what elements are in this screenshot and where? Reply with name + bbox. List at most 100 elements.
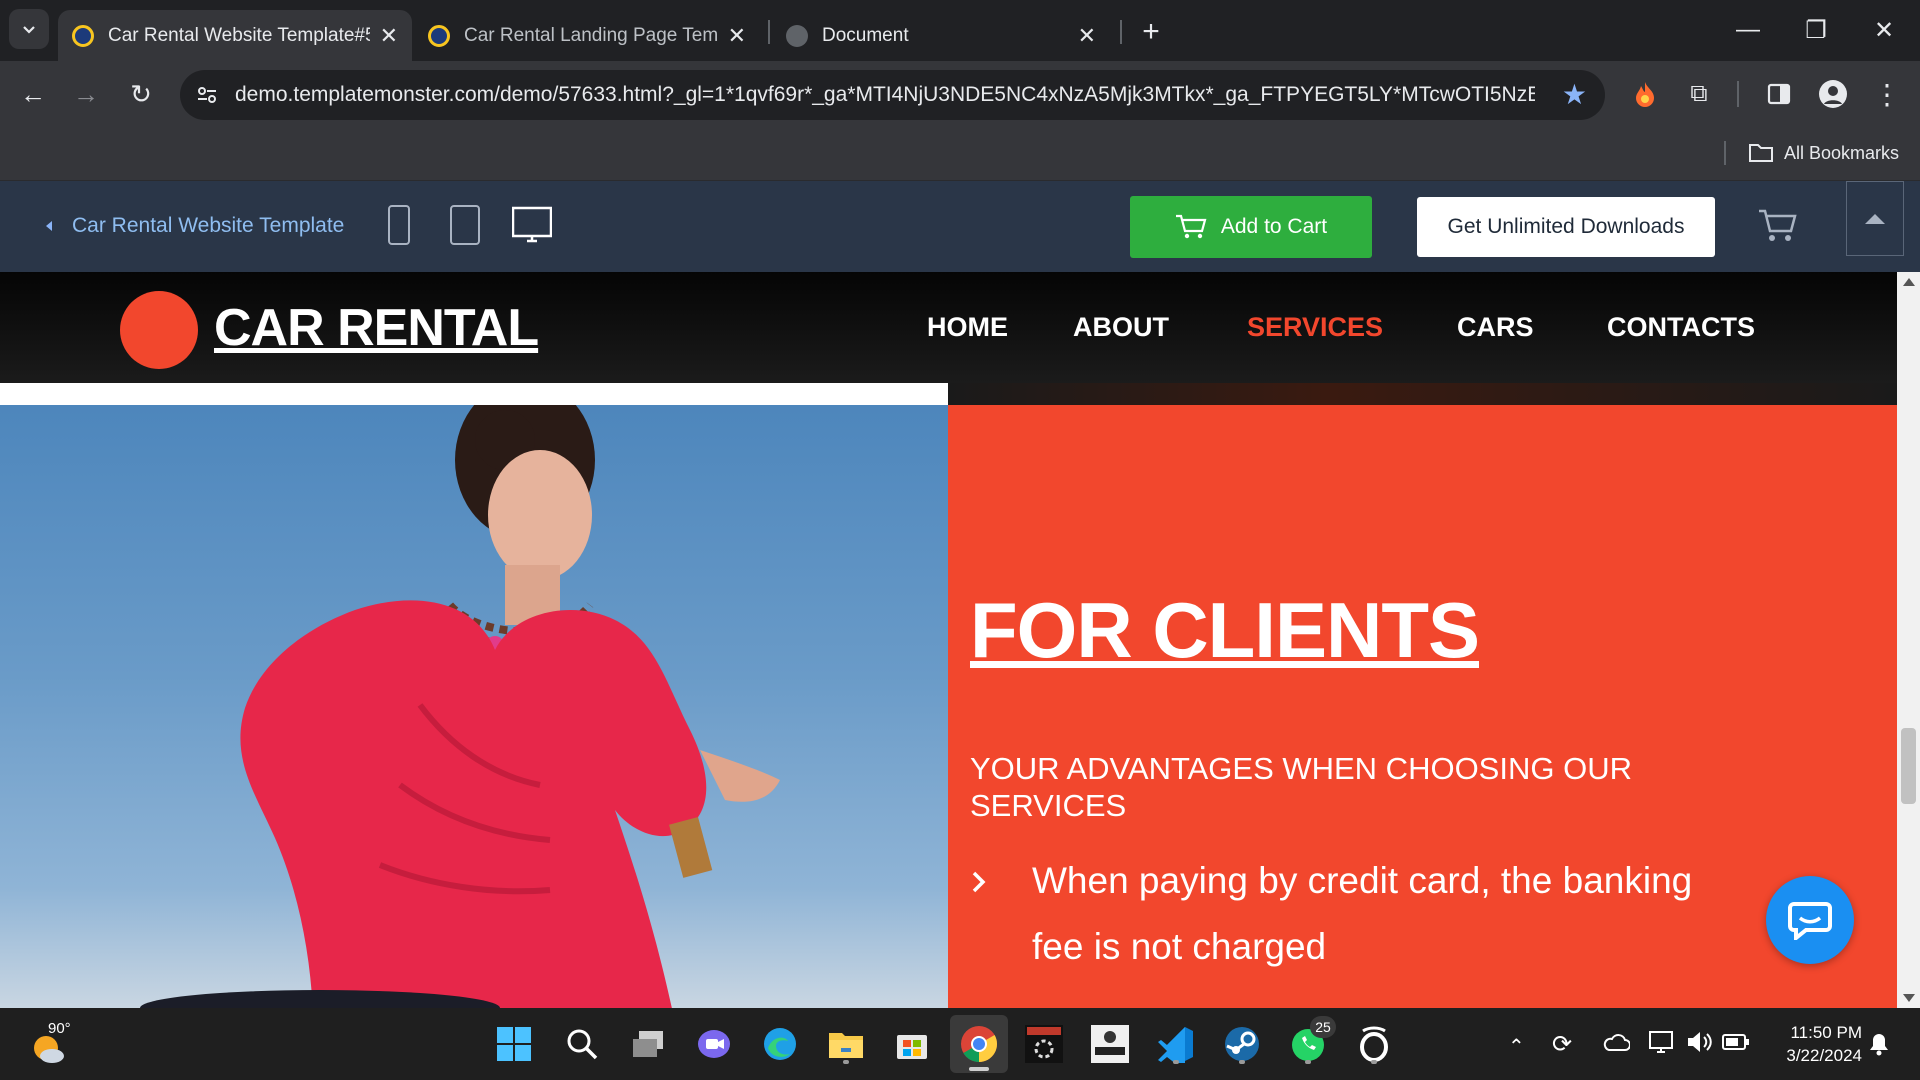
browser-tab-strip: Car Rental Website Template#5 ✕ Car Rent… xyxy=(0,0,1920,61)
reload-icon[interactable]: ↻ xyxy=(118,71,164,117)
sync-icon[interactable]: ⟳ xyxy=(1552,1030,1572,1059)
chat-bubble-icon xyxy=(1788,902,1832,940)
minimize-icon[interactable]: — xyxy=(1718,8,1778,52)
browser-toolbar: ← → ↻ demo.templatemonster.com/demo/5763… xyxy=(0,61,1920,126)
chevron-down-icon xyxy=(23,26,35,34)
close-window-icon[interactable]: ✕ xyxy=(1854,8,1914,52)
list-item-text-line2: fee is not charged xyxy=(1032,926,1327,967)
for-clients-heading: FOR CLIENTS xyxy=(970,586,1480,674)
extension-fire-icon[interactable] xyxy=(1622,71,1668,117)
tab-car-rental-landing[interactable]: Car Rental Landing Page Templa ✕ xyxy=(414,10,760,61)
scroll-down-arrow-icon[interactable] xyxy=(1903,994,1915,1002)
back-icon[interactable]: ← xyxy=(10,71,56,117)
meet-icon[interactable] xyxy=(692,1022,736,1066)
close-tab-icon[interactable]: ✕ xyxy=(380,23,398,49)
url-text: demo.templatemonster.com/demo/57633.html… xyxy=(235,83,1535,106)
running-indicator xyxy=(1371,1060,1377,1064)
whatsapp-icon[interactable]: 25 xyxy=(1286,1016,1336,1066)
chrome-icon[interactable] xyxy=(950,1015,1008,1073)
nav-cars[interactable]: CARS xyxy=(1457,312,1607,348)
nav-contacts[interactable]: CONTACTS xyxy=(1607,312,1755,348)
tab-document[interactable]: Document ✕ xyxy=(772,10,1110,61)
store-icon[interactable] xyxy=(890,1022,934,1066)
site-info-icon[interactable] xyxy=(194,82,220,108)
all-bookmarks-button[interactable]: All Bookmarks xyxy=(1748,138,1899,168)
site-header: CAR RENTAL HOME ABOUT SERVICES CARS CONT… xyxy=(0,272,1897,383)
extensions-puzzle-icon[interactable]: ⧉ xyxy=(1676,71,1722,117)
weather-widget[interactable]: 90° xyxy=(28,1020,88,1068)
show-hidden-icons-chevron-up-icon[interactable]: ⌃ xyxy=(1508,1034,1525,1059)
mobile-view-icon[interactable] xyxy=(388,205,410,245)
volume-icon[interactable] xyxy=(1686,1030,1714,1059)
scrollbar-thumb[interactable] xyxy=(1901,728,1916,804)
cart-icon[interactable] xyxy=(1757,208,1797,244)
file-explorer-icon[interactable] xyxy=(824,1022,868,1066)
bookmark-star-icon[interactable]: ★ xyxy=(1562,78,1587,111)
section-top-image-edge xyxy=(948,383,1897,405)
whatsapp-badge: 25 xyxy=(1310,1016,1336,1038)
tab-title: Car Rental Landing Page Templa xyxy=(464,24,718,46)
bookmarks-divider xyxy=(1724,141,1726,165)
running-indicator xyxy=(843,1060,849,1064)
scroll-up-arrow-icon[interactable] xyxy=(1903,278,1915,286)
caret-left-icon xyxy=(46,221,52,231)
tab-search-button[interactable] xyxy=(9,9,49,49)
for-clients-panel: FOR CLIENTS YOUR ADVANTAGES WHEN CHOOSIN… xyxy=(948,405,1897,1008)
forward-icon[interactable]: → xyxy=(63,71,109,117)
task-view-icon[interactable] xyxy=(626,1022,670,1066)
network-icon[interactable] xyxy=(1648,1030,1676,1061)
logo-circle-icon xyxy=(120,291,198,369)
running-indicator xyxy=(1305,1060,1311,1064)
edge-icon[interactable] xyxy=(758,1022,802,1066)
folder-icon xyxy=(1749,144,1773,162)
collapse-bar-button[interactable] xyxy=(1846,181,1904,256)
close-tab-icon[interactable]: ✕ xyxy=(1078,23,1096,49)
profile-avatar-icon[interactable] xyxy=(1810,71,1856,117)
caret-up-icon xyxy=(1865,213,1885,224)
live-chat-button[interactable] xyxy=(1766,876,1854,964)
back-to-template-link[interactable]: Car Rental Website Template xyxy=(44,214,344,238)
tab-separator xyxy=(768,20,770,44)
side-panel-icon[interactable] xyxy=(1756,71,1802,117)
pes-icon[interactable] xyxy=(1022,1022,1066,1066)
restore-icon[interactable]: ❐ xyxy=(1786,8,1846,52)
start-icon[interactable] xyxy=(492,1022,536,1066)
address-bar[interactable]: demo.templatemonster.com/demo/57633.html… xyxy=(180,70,1605,120)
steam-icon[interactable] xyxy=(1220,1022,1264,1066)
battery-icon[interactable] xyxy=(1722,1032,1750,1057)
cart-icon xyxy=(1175,214,1207,239)
new-tab-button[interactable]: + xyxy=(1130,12,1172,52)
tab-title: Document xyxy=(822,24,909,46)
logo-text: CAR RENTAL xyxy=(214,299,539,357)
desktop-view-icon[interactable] xyxy=(511,205,553,245)
template-name: Car Rental Website Template xyxy=(72,214,345,237)
clock[interactable]: 11:50 PM 3/22/2024 xyxy=(1766,1022,1862,1068)
get-unlimited-downloads-button[interactable]: Get Unlimited Downloads xyxy=(1417,197,1715,257)
section-top-gap xyxy=(0,383,948,405)
templatemonster-preview-bar: Car Rental Website Template Add to Cart … xyxy=(0,181,1920,272)
close-tab-icon[interactable]: ✕ xyxy=(728,23,746,49)
logo-link[interactable]: CAR RENTAL xyxy=(120,290,539,370)
templatemonster-icon xyxy=(72,24,94,47)
nav-about[interactable]: ABOUT xyxy=(1073,312,1247,348)
vscode-icon[interactable] xyxy=(1154,1022,1198,1066)
windows-taskbar: 90° 25 ⌃ ⟳ 11:50 PM 3/22/2024 xyxy=(0,1008,1920,1080)
add-to-cart-button[interactable]: Add to Cart xyxy=(1130,196,1372,258)
tablet-view-icon[interactable] xyxy=(450,205,480,245)
fifa-icon[interactable] xyxy=(1088,1022,1132,1066)
nav-services[interactable]: SERVICES xyxy=(1247,312,1457,348)
page-scrollbar[interactable] xyxy=(1897,272,1920,1008)
bookmarks-bar: All Bookmarks xyxy=(0,126,1920,181)
opera-gx-icon[interactable] xyxy=(1352,1022,1396,1066)
toolbar-divider xyxy=(1737,81,1739,107)
onedrive-cloud-icon[interactable] xyxy=(1602,1032,1631,1057)
templatemonster-icon xyxy=(428,24,450,47)
notification-bell-icon[interactable] xyxy=(1868,1032,1890,1061)
search-icon[interactable] xyxy=(560,1022,604,1066)
tab-car-rental-template[interactable]: Car Rental Website Template#5 ✕ xyxy=(58,10,412,61)
all-bookmarks-label: All Bookmarks xyxy=(1784,142,1900,163)
menu-kebab-icon[interactable]: ⋮ xyxy=(1864,71,1910,117)
list-item-text-line1: When paying by credit card, the banking xyxy=(1032,860,1693,901)
advantages-subheading: YOUR ADVANTAGES WHEN CHOOSING OUR SERVIC… xyxy=(970,751,1632,823)
nav-home[interactable]: HOME xyxy=(927,312,1073,348)
